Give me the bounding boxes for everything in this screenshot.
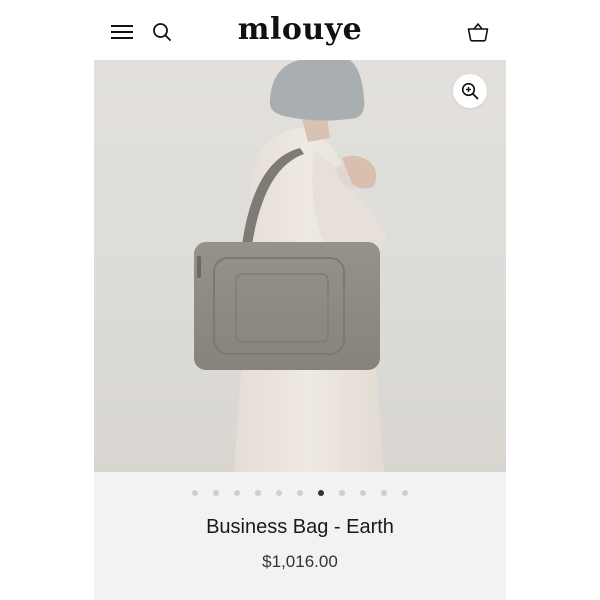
pagination-dot[interactable] — [255, 490, 261, 496]
product-image-gallery[interactable] — [94, 60, 506, 472]
gallery-pagination — [94, 490, 506, 496]
pagination-dot[interactable] — [213, 490, 219, 496]
pagination-dot[interactable] — [402, 490, 408, 496]
site-header: mlouye — [94, 0, 506, 60]
pagination-dot[interactable] — [339, 490, 345, 496]
pagination-dot[interactable] — [234, 490, 240, 496]
pagination-dot[interactable] — [297, 490, 303, 496]
product-info: Business Bag - Earth $1,016.00 — [94, 472, 506, 600]
zoom-button[interactable] — [453, 74, 487, 108]
pagination-dot[interactable] — [360, 490, 366, 496]
site-logo[interactable]: mlouye — [94, 10, 506, 50]
pagination-dot[interactable] — [381, 490, 387, 496]
product-photo — [194, 60, 386, 472]
zoom-in-icon — [461, 82, 479, 100]
pagination-dot[interactable] — [318, 490, 324, 496]
cart-basket-icon — [467, 23, 489, 42]
cart-button[interactable] — [466, 20, 490, 44]
product-price: $1,016.00 — [262, 552, 338, 571]
product-title: Business Bag - Earth — [206, 516, 394, 538]
pagination-dot[interactable] — [276, 490, 282, 496]
pagination-dot[interactable] — [192, 490, 198, 496]
